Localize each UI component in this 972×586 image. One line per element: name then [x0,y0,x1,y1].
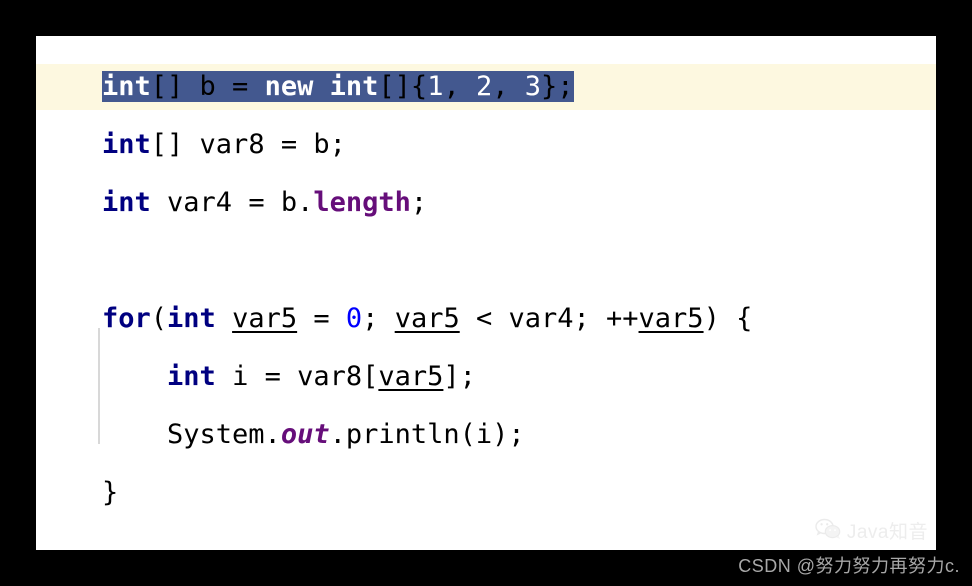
token-localvar: var5 [232,303,298,334]
token-number: 0 [345,303,363,334]
token-plain: } [102,477,119,508]
token-plain: }; [541,71,574,102]
token-keyword: int [102,187,151,218]
token-localvar: var5 [638,303,704,334]
token-keyword: new [264,71,314,102]
token-plain: , [443,71,476,102]
token-keyword: int [102,129,151,160]
token-localvar: var5 [394,303,460,334]
code-line-5[interactable]: int i = var8[var5]; [102,354,476,400]
token-plain: ; [410,187,428,218]
code-line-2[interactable]: int var4 = b.length; [102,180,427,226]
text-run: int var4 = b.length; [102,187,427,218]
token-plain: []{ [378,71,428,102]
token-plain: [] b = [150,71,265,102]
code-line-1[interactable]: int[] var8 = b; [102,122,346,168]
token-keyword: int [167,303,216,334]
token-static: out [280,419,330,450]
token-number: 2 [475,71,493,102]
token-keyword: int [329,71,379,102]
code-lines-container[interactable]: int[] b = new int[]{1, 2, 3}; int[] var8… [36,36,936,550]
text-run: System.out.println(i); [102,419,525,450]
text-run: int[] var8 = b; [102,129,346,160]
token-keyword: int [167,361,216,392]
token-plain: System. [102,419,281,450]
token-plain: ( [150,303,168,334]
text-run: for(int var5 = 0; var5 < var4; ++var5) { [102,303,752,334]
text-run: int i = var8[var5]; [102,361,476,392]
code-editor-panel[interactable]: int[] b = new int[]{1, 2, 3}; int[] var8… [36,36,936,550]
token-localvar: var5 [378,361,444,392]
watermark-label: Java知音 [846,522,928,543]
token-field: length [313,187,411,218]
token-plain: i = var8[ [215,361,379,392]
code-line-7[interactable]: } [102,470,118,516]
code-line-0[interactable]: int[] b = new int[]{1, 2, 3}; [102,64,574,110]
csdn-attribution: CSDN @努力努力再努力c. [738,556,960,576]
token-keyword: int [102,71,151,102]
selected-text-run: int[] b = new int[]{1, 2, 3}; [102,71,574,102]
token-plain: , [492,71,525,102]
screenshot-root: int[] b = new int[]{1, 2, 3}; int[] var8… [0,0,972,586]
token-number: 1 [427,71,444,102]
text-run: } [102,477,118,508]
token-plain: ) { [703,303,753,334]
token-plain: ]; [443,361,476,392]
token-plain: < var4; ++ [459,303,639,334]
watermark: Java知音 [815,517,928,544]
token-plain: = [297,303,346,334]
token-plain: [] var8 = b; [150,129,346,160]
code-line-4[interactable]: for(int var5 = 0; var5 < var4; ++var5) { [102,296,752,342]
token-keyword: for [102,303,151,334]
wechat-icon [815,518,841,544]
token-plain: ; [362,303,395,334]
token-number: 3 [524,71,542,102]
token-plain: var4 = b. [150,187,314,218]
token-plain: .println(i); [329,419,525,450]
code-line-6[interactable]: System.out.println(i); [102,412,525,458]
